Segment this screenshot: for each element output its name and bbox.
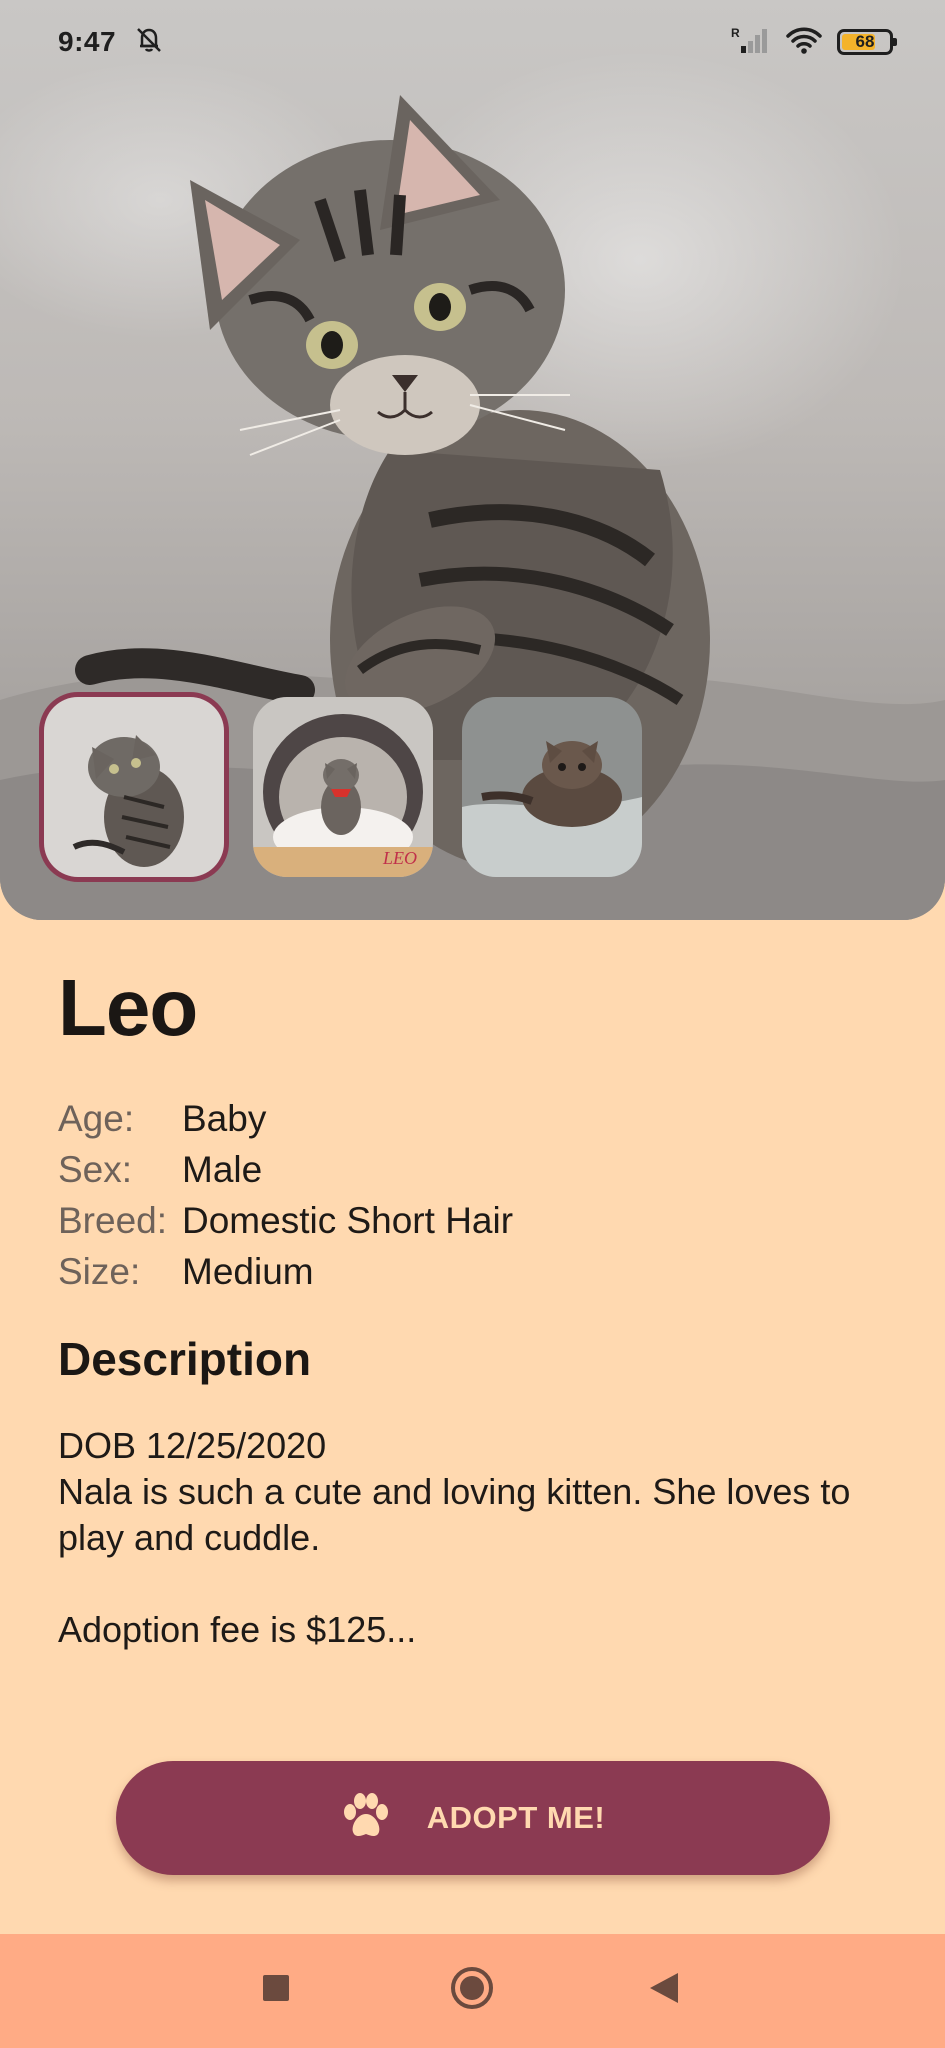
description-line [58, 1561, 898, 1607]
paw-icon [341, 1792, 391, 1845]
signal-icon: R [731, 25, 771, 60]
battery-icon: 68 [837, 29, 897, 55]
status-time: 9:47 [58, 26, 117, 57]
status-bar: 9:47 R 68 [0, 0, 945, 84]
square-recents-icon [262, 1974, 290, 2007]
notifications-off-icon [134, 25, 164, 60]
battery-level: 68 [855, 32, 875, 51]
attribute-row-age: Age: Baby [58, 1093, 513, 1144]
adopt-me-label: ADOPT ME! [426, 1800, 606, 1835]
circle-home-icon [449, 1965, 495, 2016]
description-line: DOB 12/25/2020 [58, 1425, 327, 1466]
description-line: Adoption fee is $125... [58, 1609, 417, 1650]
wifi-icon [785, 25, 823, 60]
thumbnail-overlay-text: LEO [382, 848, 417, 868]
nav-home-button[interactable] [444, 1962, 500, 2018]
attribute-label: Size: [58, 1250, 141, 1292]
attribute-label: Sex: [58, 1148, 133, 1190]
description-line: Nala is such a cute and loving kitten. S… [58, 1471, 851, 1558]
adopt-me-button[interactable]: ADOPT ME! [116, 1761, 830, 1875]
triangle-back-icon [648, 1971, 680, 2010]
attribute-value: Baby [182, 1097, 267, 1139]
navigation-bar [0, 1934, 945, 2048]
thumbnail-2[interactable]: LEO [253, 697, 433, 877]
status-right: R 68 [731, 25, 897, 60]
attribute-row-size: Size: Medium [58, 1246, 513, 1297]
pet-name: Leo [58, 963, 198, 1052]
description-body: DOB 12/25/2020 Nala is such a cute and l… [58, 1423, 898, 1653]
nav-recents-button[interactable] [248, 1962, 304, 2018]
nav-back-button[interactable] [636, 1962, 692, 2018]
thumbnail-3[interactable] [462, 697, 642, 877]
attribute-value: Domestic Short Hair [182, 1199, 514, 1241]
attribute-label: Breed: [58, 1199, 168, 1241]
attribute-value: Medium [182, 1250, 314, 1292]
pet-attributes: Age: Baby Sex: Male Breed: Domestic Shor… [58, 1093, 513, 1297]
status-left: 9:47 [58, 25, 164, 60]
attribute-row-breed: Breed: Domestic Short Hair [58, 1195, 513, 1246]
attribute-row-sex: Sex: Male [58, 1144, 513, 1195]
thumbnail-1[interactable] [39, 692, 229, 882]
attribute-label: Age: [58, 1097, 135, 1139]
network-label: R [731, 26, 740, 40]
description-heading: Description [58, 1333, 312, 1385]
attribute-value: Male [182, 1148, 263, 1190]
